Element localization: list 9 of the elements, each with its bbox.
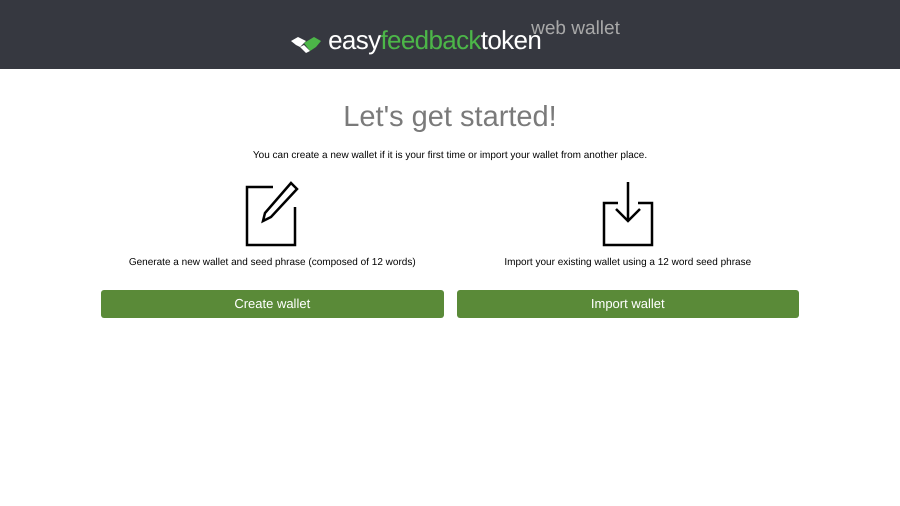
intro-text: You can create a new wallet if it is your first time or import your wallet from another place. [252,149,648,163]
option-description: Import your existing wallet using a 12 word seed phrase [504,256,752,270]
option-description: Generate a new wallet and seed phrase (composed of 12 words) [128,256,416,270]
wallet-button[interactable]: Import wallet [456,290,799,318]
page-title: Let's get started! [342,103,558,132]
handshake-icon [290,34,322,54]
wallet-button[interactable]: Create wallet [101,290,444,318]
note-pencil-icon [245,181,300,247]
download-icon [602,181,654,247]
